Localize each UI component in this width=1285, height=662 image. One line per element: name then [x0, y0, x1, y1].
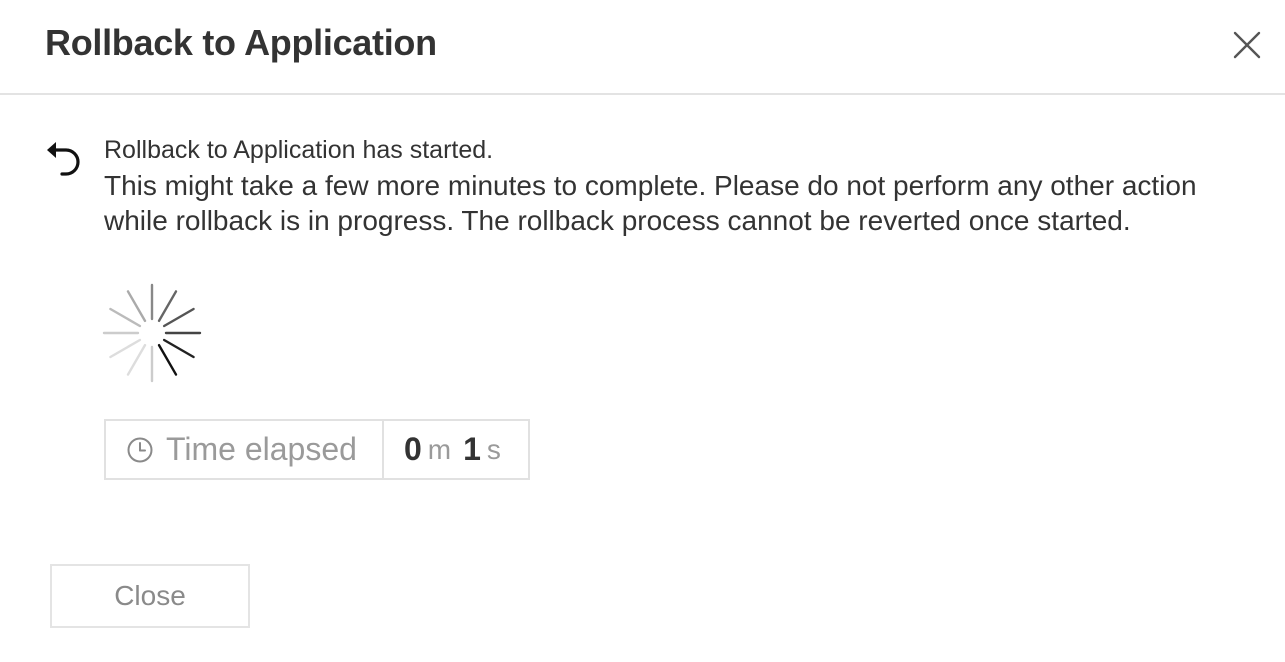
dialog-title: Rollback to Application [45, 22, 437, 63]
spinner-spoke [109, 307, 142, 328]
undo-icon [44, 140, 84, 178]
spinner-spoke [162, 338, 195, 359]
time-elapsed-label-cell: Time elapsed [106, 421, 384, 478]
spinner-spoke [109, 338, 142, 359]
minutes-unit: m [427, 433, 452, 465]
seconds-unit: s [486, 433, 501, 465]
status-message: Rollback to Application has started. [104, 136, 494, 164]
close-button[interactable]: Close [50, 564, 250, 628]
clock-icon [126, 436, 154, 464]
spinner-spoke [157, 290, 178, 323]
spinner-spoke [162, 307, 195, 328]
dialog-header: Rollback to Application [0, 0, 1285, 95]
elapsed-minutes: 0 [404, 431, 422, 467]
rollback-dialog: Rollback to Application Rollback to Appl… [0, 0, 1285, 662]
warning-message: This might take a few more minutes to co… [104, 170, 1197, 236]
time-elapsed-value: 0 m 1 s [384, 421, 528, 478]
time-elapsed-panel: Time elapsed 0 m 1 s [104, 419, 530, 480]
time-elapsed-label: Time elapsed [166, 431, 357, 467]
spinner-spoke [126, 343, 147, 376]
loading-spinner-icon [102, 283, 202, 383]
close-icon[interactable] [1230, 28, 1264, 62]
spinner-spoke [157, 343, 178, 376]
elapsed-seconds: 1 [463, 431, 481, 467]
spinner-spoke [126, 290, 147, 323]
